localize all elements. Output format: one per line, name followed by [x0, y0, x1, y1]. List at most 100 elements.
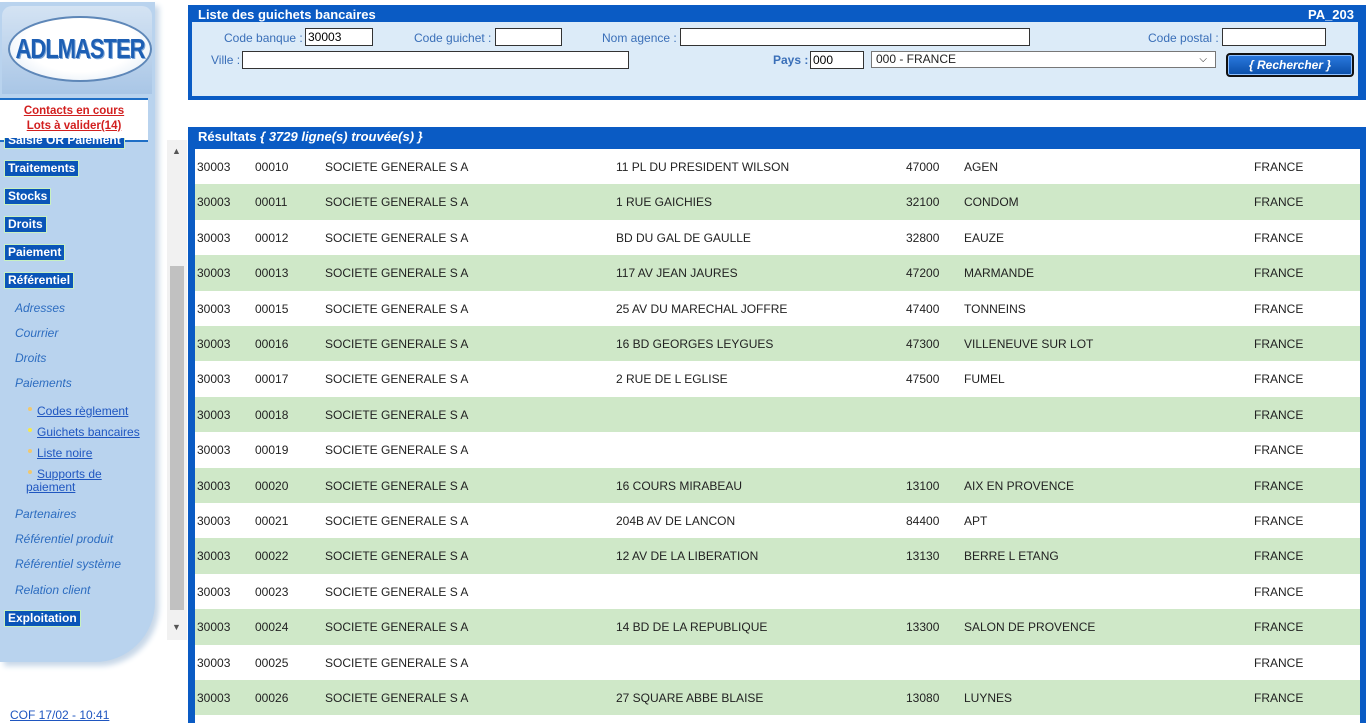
- code-guichet-cell: 00026: [255, 691, 289, 705]
- menu-referentiel-produit[interactable]: Référentiel produit: [15, 532, 113, 546]
- code-guichet-cell: 00010: [255, 160, 289, 174]
- table-row[interactable]: 30003 00020 SOCIETE GENERALE S A 16 COURS M…: [195, 467, 1360, 503]
- table-row[interactable]: 30003 00016 SOCIETE GENERALE S A 16 BD GEOR…: [195, 326, 1360, 362]
- session-info-link[interactable]: COF 17/02 - 10:41: [10, 708, 109, 722]
- code-guichet-cell: 00020: [255, 478, 289, 493]
- sidebar-menu: Saisie OR Paiement Traitements Stocks Dr…: [0, 138, 164, 638]
- pays-cell: FRANCE: [1254, 337, 1304, 351]
- page-title: Liste des guichets bancaires: [198, 7, 376, 22]
- table-row[interactable]: 30003 00013 SOCIETE GENERALE S A 117 AV JEA…: [195, 255, 1360, 291]
- menu-relation-client[interactable]: Relation client: [15, 583, 90, 597]
- pays-cell: FRANCE: [1254, 584, 1304, 599]
- pays-cell: FRANCE: [1254, 443, 1304, 458]
- table-row[interactable]: 30003 00019 SOCIETE GENERALE S A FRANCE: [195, 432, 1360, 467]
- menu-liste-noire[interactable]: Liste noire: [37, 447, 157, 460]
- results-count: { 3729 ligne(s) trouvée(s) }: [260, 129, 423, 144]
- menu-traitements[interactable]: Traitements: [4, 160, 80, 177]
- table-row[interactable]: 30003 00022 SOCIETE GENERALE S A 12 AV DE L…: [195, 538, 1360, 574]
- adresse-cell: 11 PL DU PRESIDENT WILSON: [616, 160, 790, 174]
- nom-agence-label: Nom agence :: [602, 31, 677, 45]
- adresse-cell: 16 COURS MIRABEAU: [616, 478, 743, 493]
- menu-supports-de-paiement[interactable]: Supports de paiement: [26, 468, 122, 494]
- code-banque-cell: 30003: [197, 478, 231, 493]
- table-row[interactable]: 30003 00024 SOCIETE GENERALE S A 14 BD DE L…: [195, 609, 1360, 645]
- pays-cell: FRANCE: [1254, 514, 1304, 528]
- nom-agence-cell: SOCIETE GENERALE S A: [325, 584, 469, 599]
- adresse-cell: 16 BD GEORGES LEYGUES: [616, 337, 774, 351]
- menu-paiement[interactable]: Paiement: [4, 244, 66, 261]
- table-row[interactable]: 30003 00010 SOCIETE GENERALE S A 11 PL DU P…: [195, 149, 1360, 184]
- code-banque-field[interactable]: [305, 28, 373, 46]
- table-row[interactable]: 30003 00012 SOCIETE GENERALE S A BD DU GAL …: [195, 220, 1360, 255]
- menu-codes-reglement[interactable]: Codes règlement: [37, 405, 157, 418]
- table-row[interactable]: 30003 00026 SOCIETE GENERALE S A 27 SQUARE …: [195, 680, 1360, 716]
- menu-exploitation[interactable]: Exploitation: [4, 610, 81, 627]
- chevron-down-icon: ⌵: [1199, 54, 1207, 65]
- code-guichet-field[interactable]: [495, 28, 562, 46]
- code-postal-label: Code postal :: [1148, 31, 1219, 45]
- menu-courrier[interactable]: Courrier: [15, 326, 58, 340]
- nom-agence-cell: SOCIETE GENERALE S A: [325, 337, 469, 351]
- table-row[interactable]: 30003 00017 SOCIETE GENERALE S A 2 RUE DE L…: [195, 361, 1360, 396]
- pays-cell: FRANCE: [1254, 195, 1304, 210]
- nom-agence-cell: SOCIETE GENERALE S A: [325, 372, 469, 387]
- code-banque-cell: 30003: [197, 337, 231, 351]
- menu-adresses[interactable]: Adresses: [15, 301, 65, 315]
- pays-cell: FRANCE: [1254, 230, 1304, 245]
- nom-agence-cell: SOCIETE GENERALE S A: [325, 266, 469, 281]
- menu-droits[interactable]: Droits: [4, 216, 47, 233]
- code-postal-cell: 13130: [906, 549, 940, 564]
- ville-field[interactable]: [242, 51, 629, 69]
- menu-referentiel-systeme[interactable]: Référentiel système: [15, 557, 121, 571]
- code-guichet-cell: 00023: [255, 584, 289, 599]
- lots-a-valider-link[interactable]: Lots à valider(14): [0, 119, 148, 134]
- table-row[interactable]: 30003 00015 SOCIETE GENERALE S A 25 AV DU M…: [195, 291, 1360, 326]
- sidebar-scrollbar[interactable]: ▲ ▼: [167, 140, 187, 640]
- menu-stocks[interactable]: Stocks: [4, 188, 52, 205]
- table-row[interactable]: 30003 00018 SOCIETE GENERALE S A FRANCE: [195, 396, 1360, 433]
- pays-cell: FRANCE: [1254, 620, 1304, 635]
- code-guichet-cell: 00013: [255, 266, 289, 281]
- code-banque-cell: 30003: [197, 549, 231, 564]
- pays-cell: FRANCE: [1254, 160, 1304, 174]
- ville-cell: EAUZE: [964, 230, 1005, 245]
- scrollbar-thumb[interactable]: [170, 266, 184, 610]
- screen-code: PA_203: [1307, 7, 1354, 22]
- ville-cell: MARMANDE: [964, 266, 1035, 281]
- code-postal-field[interactable]: [1222, 28, 1326, 46]
- code-banque-cell: 30003: [197, 691, 231, 705]
- menu-guichets-bancaires[interactable]: Guichets bancaires: [37, 426, 157, 439]
- menu-referentiel[interactable]: Référentiel: [4, 272, 75, 289]
- pays-code-field[interactable]: [810, 51, 864, 69]
- results-title: Résultats { 3729 ligne(s) trouvée(s) }: [198, 129, 423, 144]
- nom-agence-cell: SOCIETE GENERALE S A: [325, 620, 469, 635]
- code-banque-cell: 30003: [197, 620, 231, 635]
- country-select[interactable]: 000 - FRANCE ⌵: [871, 51, 1216, 68]
- menu-droits-ref[interactable]: Droits: [15, 351, 46, 365]
- code-banque-cell: 30003: [197, 407, 231, 422]
- menu-partenaires[interactable]: Partenaires: [15, 507, 76, 521]
- code-guichet-cell: 00015: [255, 301, 289, 316]
- logo-area: ADLMASTER: [2, 6, 152, 94]
- table-row[interactable]: 30003 00011 SOCIETE GENERALE S A 1 RUE GAIC…: [195, 184, 1360, 220]
- code-postal-cell: 13100: [906, 478, 940, 493]
- ville-cell: FUMEL: [964, 372, 1005, 387]
- code-postal-cell: 47000: [906, 160, 940, 174]
- code-guichet-cell: 00021: [255, 514, 289, 528]
- table-row[interactable]: 30003 00023 SOCIETE GENERALE S A FRANCE: [195, 574, 1360, 609]
- code-banque-cell: 30003: [197, 230, 231, 245]
- table-row[interactable]: 30003 00021 SOCIETE GENERALE S A 204B AV DE…: [195, 503, 1360, 538]
- scroll-down-arrow-icon[interactable]: ▼: [172, 622, 181, 632]
- ville-cell: LUYNES: [964, 691, 1013, 705]
- code-banque-cell: 30003: [197, 266, 231, 281]
- adlmaster-logo[interactable]: ADLMASTER: [8, 16, 152, 82]
- menu-paiements[interactable]: Paiements: [15, 376, 72, 390]
- ville-cell: CONDOM: [964, 195, 1019, 210]
- scroll-up-arrow-icon[interactable]: ▲: [172, 146, 181, 156]
- contacts-en-cours-link[interactable]: Contacts en cours: [0, 104, 148, 119]
- nom-agence-field[interactable]: [680, 28, 1030, 46]
- table-row[interactable]: 30003 00025 SOCIETE GENERALE S A FRANCE: [195, 645, 1360, 680]
- menu-saisie-or-paiement[interactable]: Saisie OR Paiement: [4, 138, 125, 149]
- rechercher-button[interactable]: { Rechercher }: [1226, 53, 1354, 77]
- nom-agence-cell: SOCIETE GENERALE S A: [325, 655, 469, 670]
